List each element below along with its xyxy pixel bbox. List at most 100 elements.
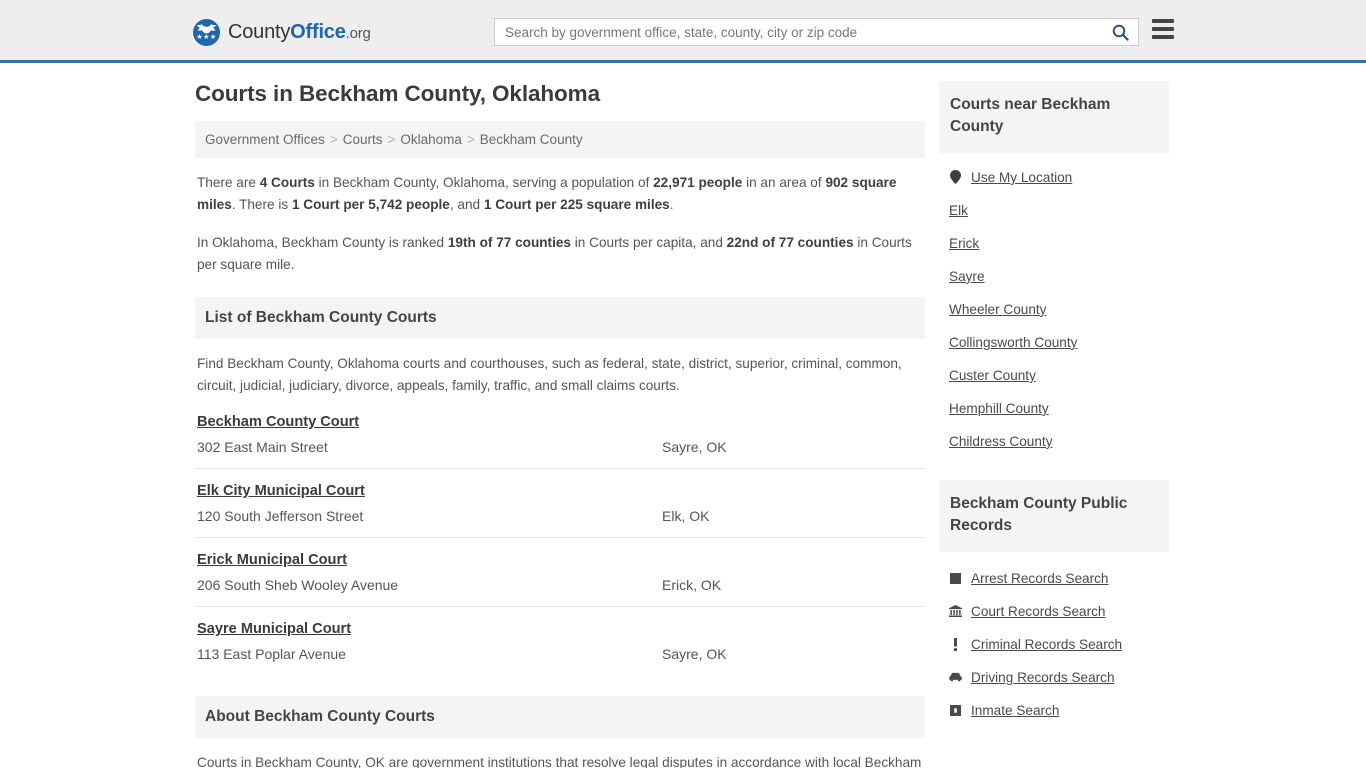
map-pin-icon [949, 170, 962, 185]
sidebar-item-criminal-records-search[interactable]: Criminal Records Search [949, 628, 1169, 661]
sidebar-item-label[interactable]: Erick [949, 236, 979, 251]
about-section-body: Courts in Beckham County, OK are governm… [195, 738, 925, 768]
jail-glyph [950, 704, 961, 716]
breadcrumb-separator: > [387, 132, 396, 147]
sidebar-item-label[interactable]: Collingsworth County [949, 335, 1077, 350]
stats-text: in Beckham County, Oklahoma, serving a p… [314, 175, 654, 190]
fingerprint-icon [949, 572, 962, 584]
court-detail: 113 East Poplar Avenue Sayre, OK [197, 646, 923, 662]
sidebar-item-label[interactable]: Childress County [949, 434, 1053, 449]
court-list: Beckham County Court 302 East Main Stree… [195, 413, 925, 675]
sidebar-item-label[interactable]: Hemphill County [949, 401, 1049, 416]
search-bar[interactable] [494, 18, 1139, 46]
list-section-body: Find Beckham County, Oklahoma courts and… [195, 339, 925, 397]
sidebar-item-label[interactable]: Court Records Search [971, 604, 1105, 619]
hamburger-menu-icon[interactable] [1152, 19, 1174, 39]
sidebar-item-label[interactable]: Use My Location [971, 170, 1072, 185]
court-name-link[interactable]: Beckham County Court [197, 414, 359, 430]
breadcrumb-item-government-offices[interactable]: Government Offices [205, 132, 325, 147]
table-row: Erick Municipal Court 206 South Sheb Woo… [195, 551, 925, 608]
eagle-icon [196, 24, 217, 34]
stat-population: 22,971 people [653, 175, 743, 190]
table-row: Sayre Municipal Court 113 East Poplar Av… [195, 620, 925, 675]
county-stats-intro: There are 4 Courts in Beckham County, Ok… [195, 172, 925, 276]
main-content: Courts in Beckham County, Oklahoma Gover… [195, 81, 925, 768]
courthouse-glyph [949, 605, 962, 618]
logo-text-tld: .org [345, 25, 371, 42]
court-name-link[interactable]: Elk City Municipal Court [197, 483, 365, 499]
sidebar-item-sayre[interactable]: Sayre [949, 260, 1169, 293]
sidebar-item-inmate-search[interactable]: Inmate Search [949, 694, 1169, 727]
stats-text: In Oklahoma, Beckham County is ranked [197, 235, 448, 251]
breadcrumb-item-beckham-county[interactable]: Beckham County [480, 132, 583, 147]
sidebar: Courts near Beckham County Use My Locati… [939, 81, 1169, 727]
nearby-courts-links: Use My Location Elk Erick Sayre Wheeler … [939, 153, 1169, 458]
jail-icon [949, 704, 962, 716]
court-city: Elk, OK [662, 508, 710, 525]
breadcrumb: Government Offices > Courts > Oklahoma > Beckh… [195, 121, 925, 158]
stats-text: There are [197, 175, 260, 190]
sidebar-item-arrest-records-search[interactable]: Arrest Records Search [949, 562, 1169, 595]
search-button[interactable] [1102, 19, 1138, 45]
sidebar-item-label[interactable]: Wheeler County [949, 302, 1046, 317]
sidebar-item-elk[interactable]: Elk [949, 194, 1169, 227]
hamburger-bar-3 [1152, 35, 1174, 39]
exclamation-icon [949, 637, 962, 651]
car-icon [949, 672, 962, 682]
countyoffice-eagle-logo-icon: ★★★ [193, 19, 220, 46]
table-row: Elk City Municipal Court 120 South Jeffe… [195, 482, 925, 539]
stat-per-capita: 1 Court per 5,742 people [291, 197, 450, 213]
court-address: 302 East Main Street [197, 439, 328, 456]
sidebar-item-wheeler-county[interactable]: Wheeler County [949, 293, 1169, 326]
sidebar-item-label[interactable]: Driving Records Search [971, 670, 1115, 685]
breadcrumb-separator: > [329, 132, 338, 147]
sidebar-item-label[interactable]: Inmate Search [971, 703, 1059, 718]
logo-stars: ★★★ [196, 34, 217, 41]
breadcrumb-separator: > [466, 132, 475, 147]
sidebar-item-custer-county[interactable]: Custer County [949, 359, 1169, 392]
search-input[interactable] [495, 19, 1102, 45]
nearby-courts-heading: Courts near Beckham County [939, 81, 1169, 153]
court-address: 206 South Sheb Wooley Avenue [197, 577, 399, 594]
sidebar-item-erick[interactable]: Erick [949, 227, 1169, 260]
court-name-link[interactable]: Sayre Municipal Court [197, 621, 351, 637]
court-city: Sayre, OK [662, 439, 727, 456]
site-logo[interactable]: ★★★ CountyOffice.org [193, 19, 371, 46]
stats-paragraph-1: There are 4 Courts in Beckham County, Ok… [197, 172, 923, 216]
sidebar-item-label[interactable]: Custer County [949, 368, 1036, 383]
stats-text: . [669, 197, 674, 213]
courthouse-icon [949, 605, 962, 618]
stat-rank-capita: 19th of 77 counties [447, 235, 571, 251]
page-title: Courts in Beckham County, Oklahoma [195, 81, 601, 106]
stats-text: in Courts per capita, and [571, 235, 727, 251]
public-records-panel: Beckham County Public Records Arrest Rec… [939, 479, 1169, 727]
hamburger-bar-2 [1152, 27, 1174, 31]
court-name-link[interactable]: Erick Municipal Court [197, 552, 347, 568]
stats-paragraph-2: In Oklahoma, Beckham County is ranked 19… [197, 232, 923, 276]
stat-court-count: 4 Courts [259, 175, 315, 190]
nearby-courts-panel: Courts near Beckham County Use My Locati… [939, 81, 1169, 458]
stat-rank-area: 22nd of 77 counties [726, 235, 854, 251]
site-header: ★★★ CountyOffice.org [0, 0, 1366, 63]
sidebar-item-court-records-search[interactable]: Court Records Search [949, 595, 1169, 628]
sidebar-item-label[interactable]: Criminal Records Search [971, 637, 1122, 652]
sidebar-item-collingsworth-county[interactable]: Collingsworth County [949, 326, 1169, 359]
logo-wordmark: CountyOffice.org [228, 21, 371, 44]
sidebar-item-use-my-location[interactable]: Use My Location [949, 161, 1169, 194]
court-city: Erick, OK [662, 577, 722, 594]
fingerprint-glyph [950, 572, 961, 584]
sidebar-item-childress-county[interactable]: Childress County [949, 425, 1169, 458]
public-records-links: Arrest Records Search Court Records Sear… [939, 552, 1169, 727]
sidebar-item-label[interactable]: Sayre [949, 269, 985, 284]
about-section-heading: About Beckham County Courts [195, 696, 925, 739]
list-section-heading: List of Beckham County Courts [195, 297, 925, 340]
breadcrumb-item-oklahoma[interactable]: Oklahoma [400, 132, 462, 147]
map-pin-glyph [950, 170, 961, 185]
sidebar-item-driving-records-search[interactable]: Driving Records Search [949, 661, 1169, 694]
breadcrumb-item-courts[interactable]: Courts [343, 132, 383, 147]
court-address: 113 East Poplar Avenue [197, 646, 346, 663]
sidebar-item-hemphill-county[interactable]: Hemphill County [949, 392, 1169, 425]
sidebar-item-label[interactable]: Elk [949, 203, 968, 218]
sidebar-item-label[interactable]: Arrest Records Search [971, 571, 1109, 586]
stats-text: . There is [231, 197, 292, 213]
